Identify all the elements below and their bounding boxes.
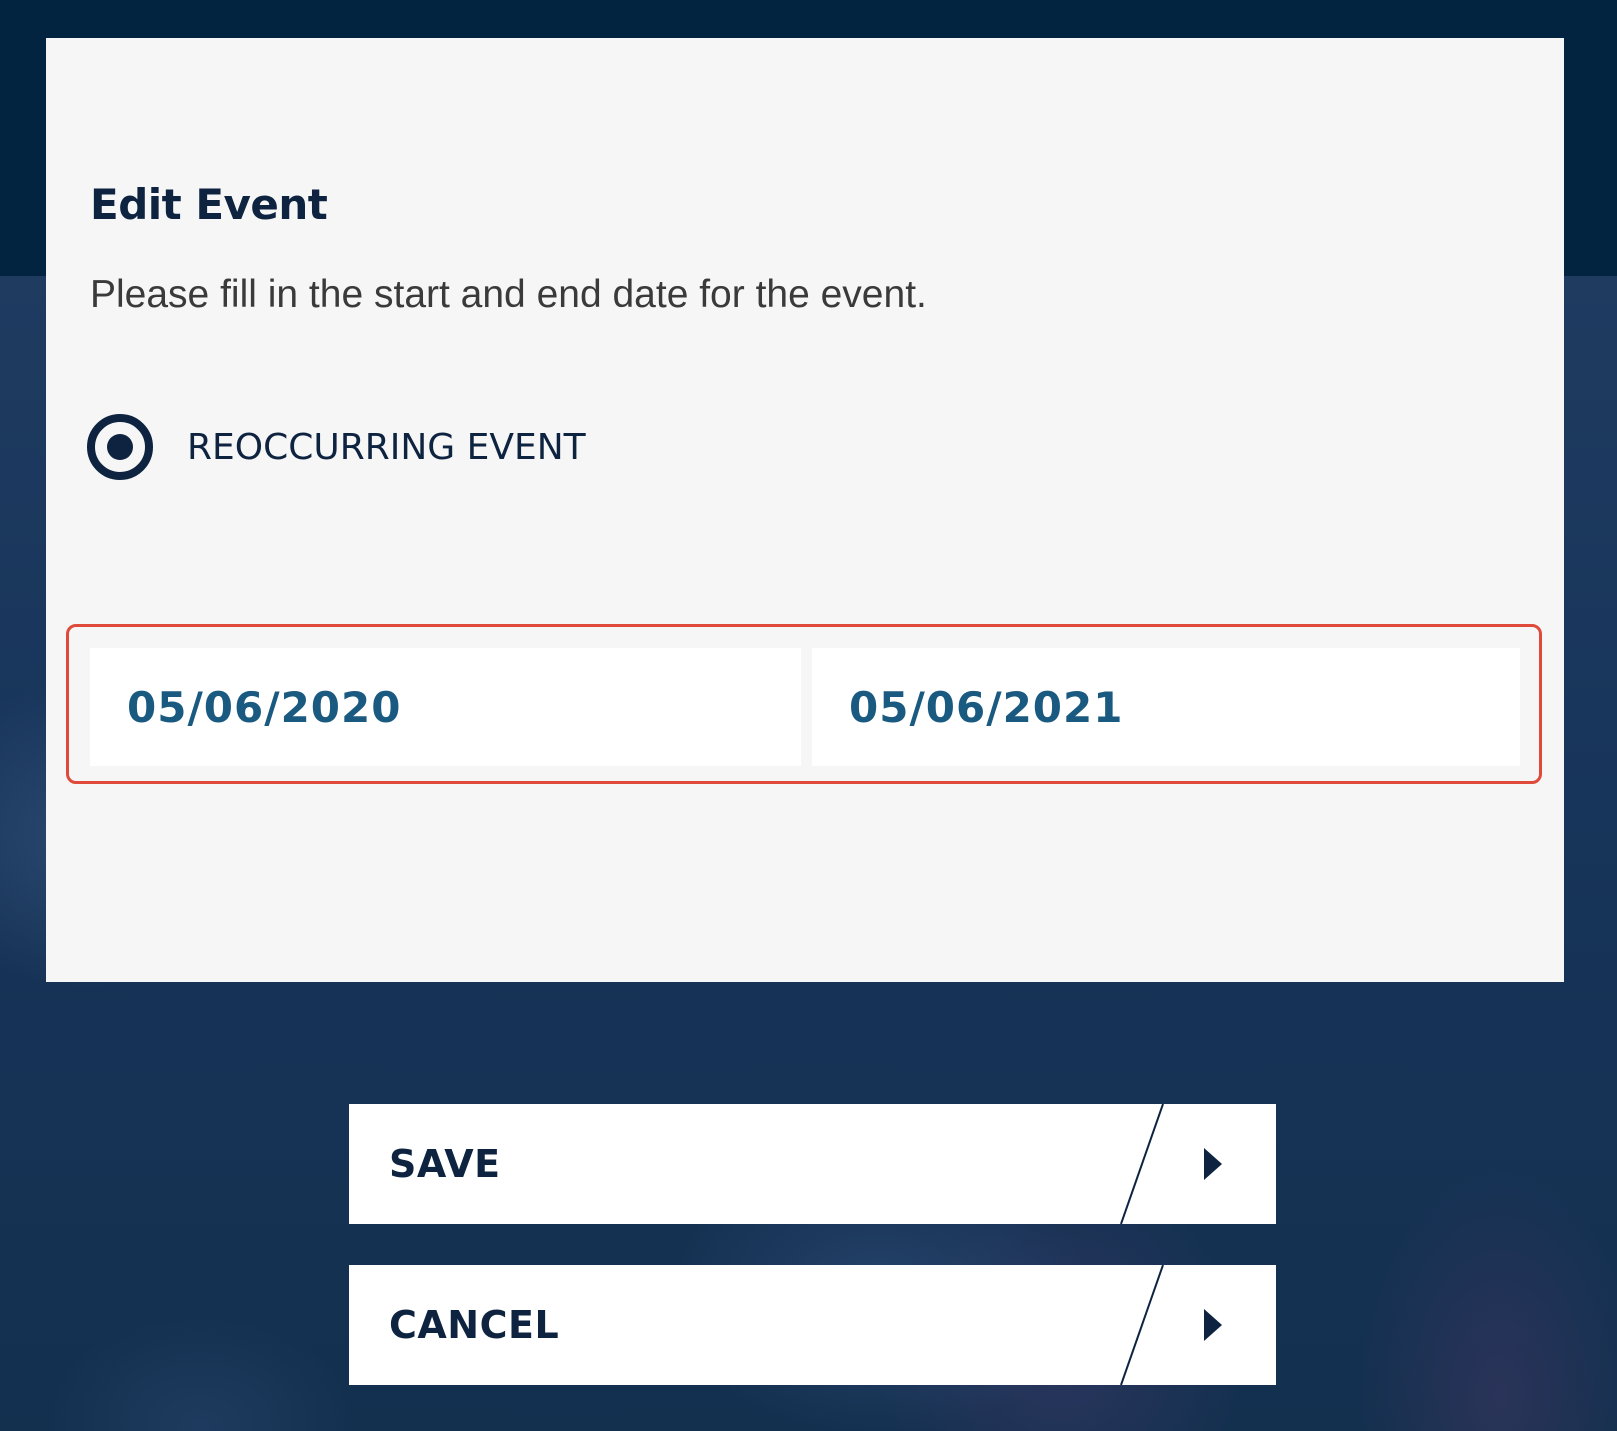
reoccurring-event-label: REOCCURRING EVENT <box>187 426 586 468</box>
button-divider <box>1120 1104 1164 1224</box>
date-range-group: 05/06/2020 05/06/2021 <box>66 624 1542 784</box>
cancel-button[interactable]: CANCEL <box>349 1265 1276 1385</box>
radio-dot <box>107 434 133 460</box>
start-date-field[interactable]: 05/06/2020 <box>90 648 801 766</box>
button-divider <box>1120 1265 1164 1385</box>
dialog-instructions: Please fill in the start and end date fo… <box>90 273 927 316</box>
save-button[interactable]: SAVE <box>349 1104 1276 1224</box>
chevron-right-icon <box>1204 1309 1222 1341</box>
save-button-label: SAVE <box>389 1142 501 1186</box>
end-date-field[interactable]: 05/06/2021 <box>812 648 1520 766</box>
dialog-title: Edit Event <box>90 180 328 229</box>
radio-selected-icon[interactable] <box>87 414 153 480</box>
cancel-button-label: CANCEL <box>389 1303 560 1347</box>
edit-event-dialog: Edit Event Please fill in the start and … <box>46 38 1564 982</box>
reoccurring-event-option[interactable]: REOCCURRING EVENT <box>87 414 586 480</box>
chevron-right-icon <box>1204 1148 1222 1180</box>
